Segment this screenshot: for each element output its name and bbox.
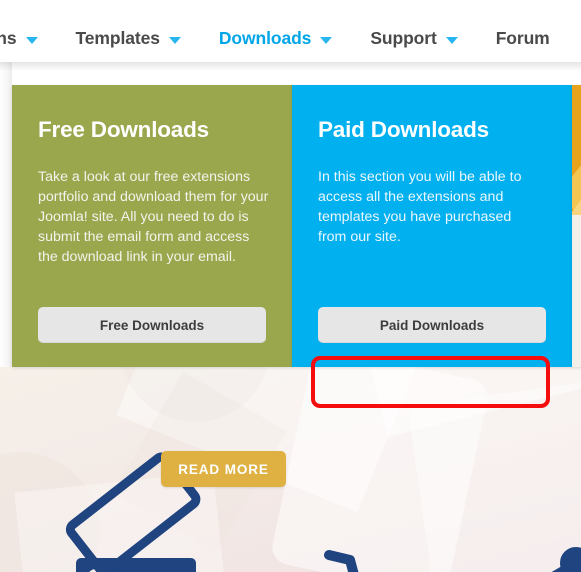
card-top-gutter bbox=[0, 62, 581, 85]
chevron-down-icon[interactable] bbox=[25, 36, 38, 44]
nav-item-forum[interactable]: Forum bbox=[477, 28, 569, 49]
nav-label-templates: Templates bbox=[75, 28, 160, 48]
chevron-down-icon[interactable] bbox=[445, 36, 458, 44]
chevron-down-icon[interactable] bbox=[320, 36, 333, 44]
nav-item-templates[interactable]: Templates bbox=[57, 28, 200, 49]
nav-item-extensions[interactable]: ...sions bbox=[0, 28, 57, 49]
main-navigation: ...sions Templates Downloads Support For… bbox=[0, 0, 581, 62]
nav-item-downloads[interactable]: Downloads bbox=[200, 28, 351, 49]
card-title-paid: Paid Downloads bbox=[318, 117, 489, 142]
nav-label-downloads: Downloads bbox=[218, 28, 312, 48]
card-title-free: Free Downloads bbox=[38, 117, 209, 142]
card-next-lower bbox=[572, 215, 581, 367]
free-downloads-button[interactable]: Free Downloads bbox=[38, 307, 266, 343]
card-body-free: Take a look at our free extensions portf… bbox=[38, 169, 269, 265]
nav-item-support[interactable]: Support bbox=[351, 28, 476, 49]
card-body-paid: In this section you will be able to acce… bbox=[318, 169, 522, 245]
chevron-down-icon[interactable] bbox=[168, 36, 181, 44]
hero-section: Free Downloads Take a look at our free e… bbox=[0, 62, 581, 572]
card-next-stripe bbox=[572, 93, 581, 213]
card-next-partial bbox=[572, 85, 581, 367]
paid-downloads-button[interactable]: Paid Downloads bbox=[318, 307, 546, 343]
card-left-gutter bbox=[0, 62, 12, 367]
card-paid-downloads: Paid Downloads In this section you will … bbox=[292, 85, 572, 367]
nav-label-forum: Forum bbox=[495, 28, 550, 48]
card-free-downloads: Free Downloads Take a look at our free e… bbox=[12, 85, 292, 367]
page-root: Free Downloads Take a look at our free e… bbox=[0, 0, 581, 572]
nav-label-extensions: ...sions bbox=[0, 28, 17, 48]
nav-items: ...sions Templates Downloads Support For… bbox=[0, 28, 569, 49]
read-more-button[interactable]: READ MORE bbox=[161, 451, 286, 487]
nav-label-support: Support bbox=[370, 28, 437, 48]
